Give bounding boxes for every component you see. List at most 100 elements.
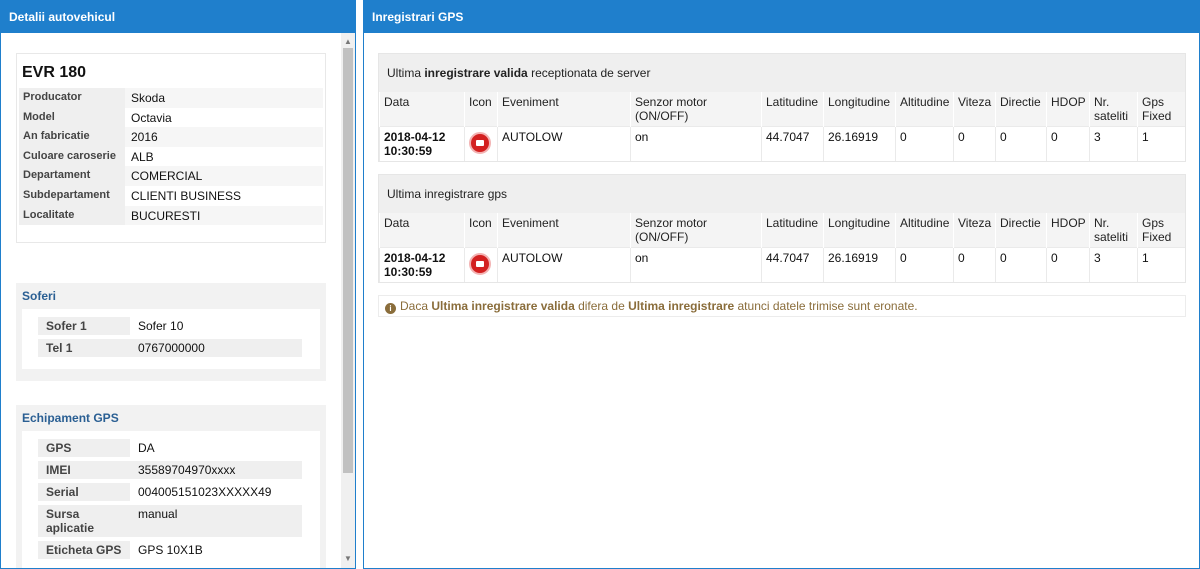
column-header-speed: Viteza	[953, 213, 996, 248]
event-stop-icon	[469, 132, 491, 154]
vehicle-field-row: Model Octavia	[19, 107, 323, 128]
column-header-dir: Directie	[995, 213, 1047, 248]
field-value: BUCURESTI	[125, 205, 323, 226]
field-value: COMERCIAL	[125, 166, 323, 186]
field-value: Skoda	[125, 88, 323, 108]
column-header-alt: Altitudine	[895, 92, 954, 127]
equipment-row: GPS DA	[38, 439, 304, 457]
caption-bold-text: inregistrare valida	[424, 66, 528, 80]
field-label: Departament	[19, 166, 125, 186]
gps-equipment-title: Echipament GPS	[22, 411, 119, 425]
gps-records-panel: Inregistrari GPS Ultima inregistrare val…	[363, 0, 1200, 569]
record-alt: 0	[895, 126, 954, 161]
vehicle-details-panel: Detalii autovehicul EVR 180 Producator S…	[0, 0, 356, 569]
event-stop-icon	[469, 253, 491, 275]
vehicle-plate: EVR 180	[22, 64, 87, 81]
vehicle-field-row: Localitate BUCURESTI	[19, 205, 323, 226]
column-header-engine: Senzor motor (ON/OFF)	[630, 92, 762, 127]
field-value: CLIENTI BUSINESS	[131, 188, 242, 203]
record-dir: 0	[995, 126, 1047, 161]
vehicle-details-content: EVR 180 Producator Skoda Model Octavia A…	[1, 33, 341, 568]
record-icon-cell	[464, 247, 498, 282]
record-lat: 44.7047	[761, 126, 824, 161]
column-header-lat: Latitudine	[761, 92, 824, 127]
vehicle-details-header: Detalii autovehicul	[1, 1, 355, 33]
scroll-down-arrow-icon[interactable]: ▼	[341, 552, 355, 566]
note-bold-text: Ultima inregistrare valida	[431, 299, 575, 313]
field-label: An fabricatie	[19, 127, 125, 147]
vehicle-field-row: Subdepartament CLIENTI BUSINESS	[19, 185, 323, 206]
record-speed: 0	[953, 247, 996, 282]
field-label: Model	[19, 107, 125, 128]
vehicle-details-body[interactable]: EVR 180 Producator Skoda Model Octavia A…	[1, 33, 355, 568]
last-valid-record-caption: Ultima inregistrare valida receptionata …	[379, 54, 1185, 92]
record-event: AUTOLOW	[497, 126, 631, 161]
table-row: 2018-04-12 10:30:59 AUTOLOW on 44.7047 2…	[379, 247, 1185, 282]
drivers-section: Soferi Sofer 1 Sofer 10 Tel 1 0767000000	[16, 283, 326, 381]
vehicle-field-row: Producator Skoda	[19, 88, 323, 108]
vehicle-info-box: EVR 180 Producator Skoda Model Octavia A…	[16, 53, 326, 243]
vehicle-field-row: An fabricatie 2016	[19, 127, 323, 147]
driver-value: Sofer 10	[138, 319, 184, 333]
record-icon-cell	[464, 126, 498, 161]
note-text: difera de	[574, 299, 629, 313]
equipment-value: manual	[130, 505, 302, 537]
record-engine: on	[630, 126, 762, 161]
column-header-hdop: HDOP	[1046, 213, 1090, 248]
last-gps-record-table: Data Icon Eveniment Senzor motor (ON/OFF…	[379, 213, 1185, 282]
note-text: atunci datele trimise sunt eronate.	[734, 299, 918, 313]
scroll-up-arrow-icon[interactable]: ▲	[341, 35, 355, 49]
column-header-icon: Icon	[464, 213, 498, 248]
gps-equipment-section: Echipament GPS GPS DA IMEI 35589704970xx…	[16, 405, 326, 568]
record-hdop: 0	[1046, 247, 1090, 282]
column-header-hdop: HDOP	[1046, 92, 1090, 127]
record-lon: 26.16919	[823, 247, 896, 282]
last-valid-record-block: Ultima inregistrare valida receptionata …	[378, 53, 1186, 162]
column-header-engine: Senzor motor (ON/OFF)	[630, 213, 762, 248]
equipment-row: Serial 004005151023XXXXX49	[38, 483, 304, 501]
record-alt: 0	[895, 247, 954, 282]
column-header-fixed: Gps Fixed	[1137, 92, 1185, 127]
column-header-event: Eveniment	[497, 213, 631, 248]
column-header-data: Data	[379, 92, 465, 127]
column-header-lon: Longitudine	[823, 92, 896, 127]
field-value: Octavia	[131, 110, 172, 125]
record-lat: 44.7047	[761, 247, 824, 282]
record-engine: on	[630, 247, 762, 282]
field-label: Subdepartament	[19, 185, 125, 206]
column-header-sats: Nr. sateliti	[1089, 213, 1138, 248]
record-fixed: 1	[1137, 247, 1185, 282]
column-header-sats: Nr. sateliti	[1089, 92, 1138, 127]
driver-label: Tel 1	[38, 339, 130, 357]
caption-text: receptionata de server	[527, 66, 651, 80]
validity-note: i Daca Ultima inregistrare valida difera …	[378, 295, 1186, 317]
record-speed: 0	[953, 126, 996, 161]
column-header-alt: Altitudine	[895, 213, 954, 248]
column-header-speed: Viteza	[953, 92, 996, 127]
gps-equipment-body: GPS DA IMEI 35589704970xxxx Serial 00400…	[22, 431, 320, 568]
equipment-value: GPS 10X1B	[138, 543, 203, 557]
column-header-lon: Longitudine	[823, 213, 896, 248]
info-icon: i	[385, 303, 396, 314]
equipment-label: IMEI	[38, 461, 130, 479]
record-date: 2018-04-12 10:30:59	[379, 126, 465, 161]
note-text: Daca	[400, 299, 432, 313]
scrollbar-thumb[interactable]	[343, 48, 353, 473]
record-date: 2018-04-12 10:30:59	[379, 247, 465, 282]
table-row: 2018-04-12 10:30:59 AUTOLOW on 44.7047 2…	[379, 126, 1185, 161]
record-hdop: 0	[1046, 126, 1090, 161]
field-value: 2016	[125, 127, 323, 147]
field-label: Localitate	[19, 205, 125, 226]
record-sats: 3	[1089, 126, 1138, 161]
vehicle-fields: Producator Skoda Model Octavia An fabric…	[17, 88, 325, 226]
record-sats: 3	[1089, 247, 1138, 282]
vehicle-field-row: Departament COMERCIAL	[19, 166, 323, 186]
field-label: Producator	[19, 88, 125, 108]
column-header-lat: Latitudine	[761, 213, 824, 248]
column-header-icon: Icon	[464, 92, 498, 127]
vertical-scrollbar[interactable]: ▲ ▼	[341, 33, 355, 568]
drivers-section-body: Sofer 1 Sofer 10 Tel 1 0767000000	[22, 309, 320, 369]
table-header-row: Data Icon Eveniment Senzor motor (ON/OFF…	[379, 92, 1185, 127]
equipment-value: 004005151023XXXXX49	[138, 485, 272, 499]
record-lon: 26.16919	[823, 126, 896, 161]
